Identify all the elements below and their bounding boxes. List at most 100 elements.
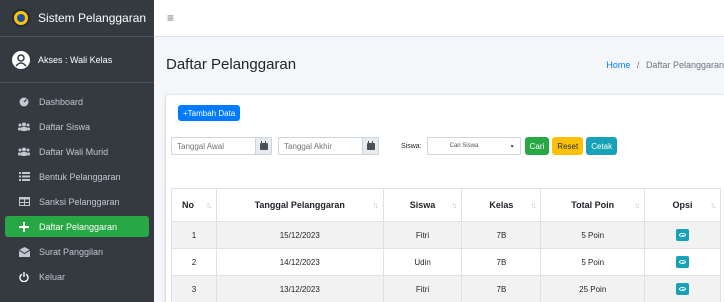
user-avatar-icon xyxy=(12,50,30,69)
page-header: Daftar Pelanggaran Home / Daftar Pelangg… xyxy=(154,37,724,92)
sort-icon: ↑↓ xyxy=(634,201,640,210)
sort-icon: ↑↓ xyxy=(372,201,379,210)
page-title: Daftar Pelanggaran xyxy=(166,56,297,73)
breadcrumb-home-link[interactable]: Home xyxy=(606,60,630,70)
calendar-icon xyxy=(259,140,268,150)
dashboard-icon xyxy=(17,97,31,107)
sidebar-item-label: Keluar xyxy=(39,271,66,282)
sort-icon: ↑↓ xyxy=(205,201,212,210)
cell-no: 1 xyxy=(171,221,217,249)
view-button[interactable] xyxy=(676,283,690,295)
end-date-picker-button[interactable] xyxy=(362,137,379,155)
data-card: +Tambah Data Siswa: Cari Siswa ▾ Cari Re… xyxy=(166,95,724,302)
end-date-input[interactable] xyxy=(278,137,362,155)
cell-siswa: Fitri xyxy=(382,275,463,302)
sidebar-item-daftar-siswa[interactable]: Daftar Siswa xyxy=(5,116,149,137)
sidebar-item-surat-panggilan[interactable]: Surat Panggilan xyxy=(5,241,149,262)
siswa-label: Siswa: xyxy=(401,142,422,150)
plus-icon xyxy=(17,221,31,232)
table-header-row: No ↑↓ Tanggal Pelanggaran ↑↓ Siswa ↑↓ Kelas… xyxy=(171,188,721,222)
breadcrumb: Home / Daftar Pelanggaran xyxy=(606,60,724,70)
mail-icon xyxy=(17,246,31,257)
chevron-down-icon: ▾ xyxy=(510,143,514,150)
reset-button[interactable]: Reset xyxy=(552,137,584,155)
sidebar-item-label: Daftar Siswa xyxy=(39,121,91,132)
sidebar-item-dashboard[interactable]: Dashboard xyxy=(5,91,149,112)
sidebar-item-keluar[interactable]: Keluar xyxy=(5,266,149,287)
table-row: 2 14/12/2023 Udin 7B 5 Poin xyxy=(171,248,721,276)
sidebar-item-label: Daftar Pelanggaran xyxy=(39,221,118,232)
view-button[interactable] xyxy=(676,229,690,241)
sidebar-item-daftar-pelanggaran[interactable]: Daftar Pelanggaran xyxy=(5,216,149,237)
column-header-tanggal[interactable]: Tanggal Pelanggaran ↑↓ xyxy=(215,188,384,222)
cell-tanggal: 14/12/2023 xyxy=(215,248,384,276)
users-icon xyxy=(17,122,31,131)
cell-siswa: Udin xyxy=(382,248,463,276)
breadcrumb-separator: / xyxy=(636,59,640,70)
sidebar-item-label: Sanksi Pelanggaran xyxy=(39,196,120,207)
cell-siswa: Fitri xyxy=(382,221,463,249)
column-header-total-poin[interactable]: Total Poin ↑↓ xyxy=(540,188,646,222)
sidebar-item-label: Surat Panggilan xyxy=(39,246,104,257)
cell-kelas: 7B xyxy=(461,248,542,276)
eye-icon xyxy=(679,287,687,291)
siswa-select[interactable]: Cari Siswa ▾ xyxy=(426,137,521,155)
end-date-group xyxy=(278,137,379,155)
column-header-siswa[interactable]: Siswa ↑↓ xyxy=(382,188,463,222)
start-date-picker-button[interactable] xyxy=(255,137,272,155)
sidebar-item-bentuk-pelanggaran[interactable]: Bentuk Pelanggaran xyxy=(5,166,149,187)
menu-toggle-icon[interactable]: ≡ xyxy=(167,11,174,25)
user-panel: Akses : Wali Kelas xyxy=(0,37,154,83)
cell-opsi xyxy=(644,248,721,276)
topbar: ≡ xyxy=(154,0,724,37)
brand-title: Sistem Pelanggaran xyxy=(38,11,147,25)
brand-link[interactable]: Sistem Pelanggaran xyxy=(0,0,154,37)
cell-opsi xyxy=(644,275,721,302)
cell-tanggal: 13/12/2023 xyxy=(215,275,384,302)
add-data-button[interactable]: +Tambah Data xyxy=(178,105,241,121)
cell-no: 3 xyxy=(171,275,217,302)
sidebar-item-label: Bentuk Pelanggaran xyxy=(39,171,121,182)
sidebar-item-sanksi-pelanggaran[interactable]: Sanksi Pelanggaran xyxy=(5,191,149,212)
eye-icon xyxy=(679,233,687,237)
sort-icon: ↑↓ xyxy=(530,201,536,210)
search-button[interactable]: Cari xyxy=(524,137,550,155)
start-date-input[interactable] xyxy=(171,137,255,155)
app-root: Sistem Pelanggaran Akses : Wali Kelas Da… xyxy=(0,0,724,302)
sidebar-item-daftar-wali-murid[interactable]: Daftar Wali Murid xyxy=(5,141,149,162)
sort-icon: ↑↓ xyxy=(451,201,457,210)
cell-total-poin: 25 Poin xyxy=(540,275,646,302)
main-content: ≡ Daftar Pelanggaran Home / Daftar Pelan… xyxy=(154,0,724,302)
cell-total-poin: 5 Poin xyxy=(540,248,646,276)
cell-opsi xyxy=(644,221,721,249)
sidebar-item-label: Daftar Wali Murid xyxy=(39,146,109,157)
filter-bar: Siswa: Cari Siswa ▾ Cari Reset Cetak xyxy=(171,137,618,155)
column-header-kelas[interactable]: Kelas ↑↓ xyxy=(461,188,542,222)
cell-no: 2 xyxy=(171,248,217,276)
table-icon xyxy=(17,197,31,206)
sidebar: Sistem Pelanggaran Akses : Wali Kelas Da… xyxy=(0,0,154,302)
breadcrumb-current: Daftar Pelanggaran xyxy=(645,59,724,70)
table-row: 1 15/12/2023 Fitri 7B 5 Poin xyxy=(171,221,721,249)
user-role: Akses : Wali Kelas xyxy=(38,54,113,65)
calendar-icon xyxy=(366,140,375,150)
sidebar-nav: Dashboard Daftar Siswa Daftar Wali Murid… xyxy=(0,83,154,287)
brand-logo xyxy=(12,9,30,27)
eye-icon xyxy=(679,260,687,264)
violations-table: No ↑↓ Tanggal Pelanggaran ↑↓ Siswa ↑↓ Kelas… xyxy=(171,188,721,302)
sidebar-item-label: Dashboard xyxy=(39,96,84,107)
siswa-select-value: Cari Siswa xyxy=(449,143,479,149)
users-icon xyxy=(17,147,31,156)
cell-kelas: 7B xyxy=(461,221,542,249)
sort-icon: ↑↓ xyxy=(710,201,716,210)
cell-kelas: 7B xyxy=(461,275,542,302)
print-button[interactable]: Cetak xyxy=(586,137,618,155)
column-header-opsi[interactable]: Opsi ↑↓ xyxy=(644,188,721,222)
view-button[interactable] xyxy=(676,256,690,268)
start-date-group xyxy=(171,137,272,155)
column-header-no[interactable]: No ↑↓ xyxy=(171,188,217,222)
cell-tanggal: 15/12/2023 xyxy=(215,221,384,249)
power-icon xyxy=(17,271,31,282)
cell-total-poin: 5 Poin xyxy=(540,221,646,249)
table-row: 3 13/12/2023 Fitri 7B 25 Poin xyxy=(171,275,721,302)
